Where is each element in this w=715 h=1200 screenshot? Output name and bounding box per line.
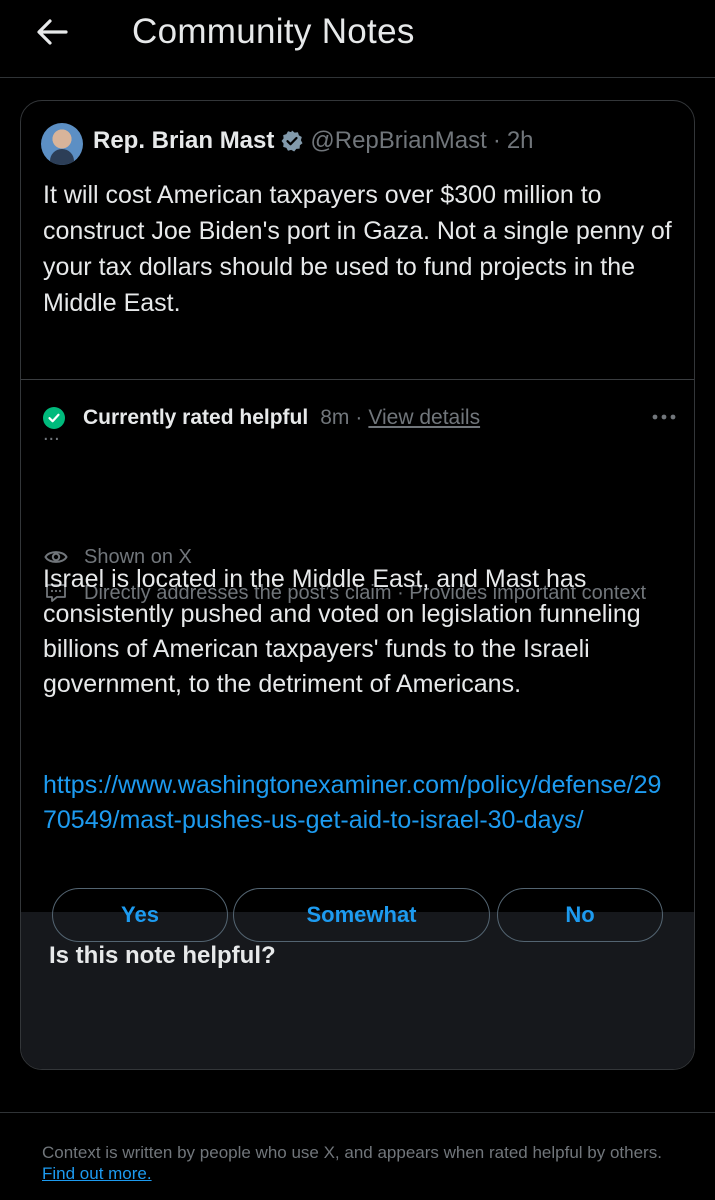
rate-no-button[interactable]: No [497, 888, 663, 942]
post-header: Rep. Brian Mast @RepBrianMast · 2h [93, 127, 534, 155]
more-options-button[interactable] [647, 402, 681, 432]
find-out-more-link[interactable]: Find out more. [42, 1164, 152, 1183]
post-time: 2h [506, 127, 534, 154]
avatar[interactable] [41, 123, 83, 165]
author-handle[interactable]: @RepBrianMast [310, 127, 486, 155]
note-status: Currently rated helpful 8m · View detail… [43, 406, 480, 430]
separator: · [355, 406, 363, 429]
more-horizontal-icon [652, 414, 676, 420]
author-name[interactable]: Rep. Brian Mast [93, 127, 274, 155]
rate-somewhat-button[interactable]: Somewhat [233, 888, 490, 942]
status-label: Currently rated helpful [83, 406, 309, 429]
separator: · [492, 127, 501, 154]
rate-yes-button[interactable]: Yes [52, 888, 228, 942]
note-text: Israel is located in the Middle East, an… [43, 565, 641, 698]
quoted-post[interactable]: Rep. Brian Mast @RepBrianMast · 2h It wi… [21, 101, 694, 380]
footer-text: Context is written by people who use X, … [42, 1143, 662, 1162]
note-time: 8m [320, 406, 350, 429]
view-details-link[interactable]: View details [368, 406, 480, 430]
source-link[interactable]: https://www.washingtonexaminer.com/polic… [43, 768, 673, 838]
post-text: It will cost American taxpayers over $30… [43, 181, 672, 317]
check-circle-icon [43, 407, 65, 429]
footer-disclaimer: Context is written by people who use X, … [42, 1142, 682, 1184]
page-title: Community Notes [132, 12, 415, 51]
rating-question: Is this note helpful? [49, 942, 276, 969]
community-note: Currently rated helpful 8m · View detail… [21, 380, 694, 912]
back-button[interactable] [30, 10, 74, 54]
arrow-left-icon [37, 19, 68, 45]
top-bar: Community Notes [0, 0, 715, 78]
divider [0, 1112, 715, 1113]
verified-badge-icon [280, 129, 304, 153]
